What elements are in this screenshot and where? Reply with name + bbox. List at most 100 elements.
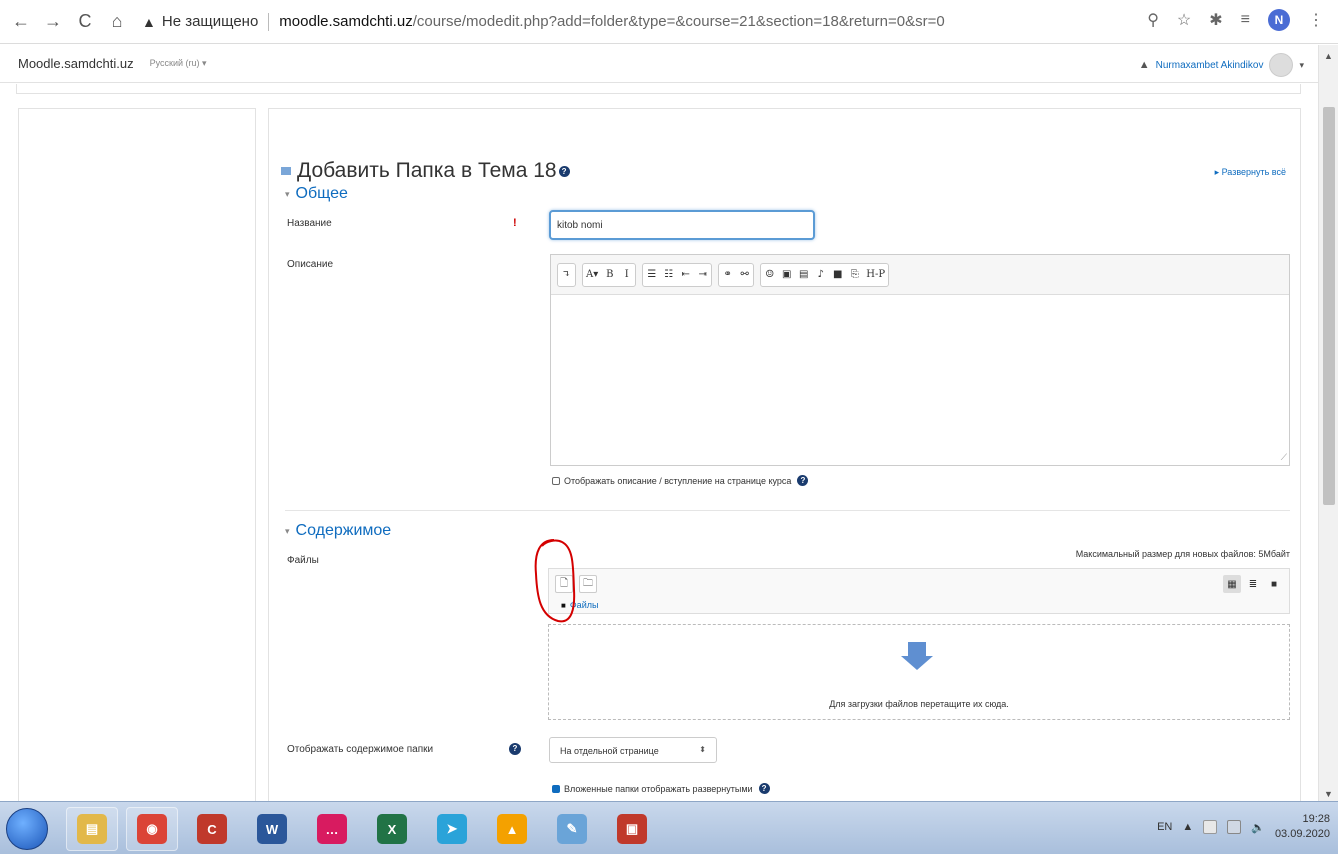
upload-arrow-head [901, 656, 933, 670]
language-menu[interactable]: Русский (ru) ▾ [150, 58, 207, 69]
list-view-icon[interactable]: ≣ [1244, 575, 1262, 593]
show-description-option[interactable]: Отображать описание / вступление на стра… [552, 475, 809, 486]
editor-toolbar-button[interactable]: ⚭ [719, 264, 736, 286]
editor-toolbar-button[interactable]: ☺ [761, 264, 778, 286]
action-center-icon[interactable] [1203, 820, 1218, 834]
folder-module-icon [281, 167, 291, 175]
section-general-title: Общее [295, 185, 348, 202]
editor-toolbar: ↴ A▾ B I ☰ ☷ ⇤ ⇥ ⚭ ⚯ ☺ ▣ ▤ ♪ ■ ⎘ H-P [551, 255, 1289, 295]
user-name[interactable]: Nurmaxambet Akindikov [1156, 60, 1264, 71]
subfolders-label: Вложенные папки отображать развернутыми [564, 783, 753, 794]
taskbar-app-word[interactable]: W [246, 807, 298, 851]
user-menu-caret-icon[interactable]: ▾ [1299, 60, 1304, 71]
editor-text-area[interactable]: ⟋ [551, 295, 1289, 465]
description-editor[interactable]: ↴ A▾ B I ☰ ☷ ⇤ ⇥ ⚭ ⚯ ☺ ▣ ▤ ♪ ■ ⎘ H-P ⟋ [550, 254, 1290, 466]
upload-arrow-icon [908, 642, 926, 656]
expand-all-link[interactable]: ▸ Развернуть всё [1215, 167, 1286, 178]
subfolders-option[interactable]: Вложенные папки отображать развернутыми … [552, 783, 770, 794]
resize-handle-icon[interactable]: ⟋ [1281, 452, 1287, 463]
zoom-icon[interactable]: ⚲ [1147, 10, 1159, 30]
bookmark-star-icon[interactable]: ☆ [1177, 10, 1191, 30]
image-viewer-icon: ▣ [617, 814, 647, 844]
editor-toolbar-button[interactable]: ▣ [778, 264, 795, 286]
volume-icon[interactable]: 🔈 [1251, 821, 1265, 834]
profile-avatar[interactable]: N [1268, 9, 1290, 31]
editor-toolbar-button[interactable]: ☰ [643, 264, 660, 286]
editor-toolbar-button[interactable]: H-P [863, 264, 888, 286]
section-general-header[interactable]: ▾ Общее [285, 185, 348, 203]
notification-bell-icon[interactable]: ▲ [1139, 59, 1150, 71]
site-name-link[interactable]: Moodle.samdchti.uz [18, 56, 134, 71]
section-content-header[interactable]: ▾ Содержимое [285, 522, 391, 540]
show-description-checkbox[interactable] [552, 476, 560, 485]
taskbar-app-telegram[interactable]: ➤ [426, 807, 478, 851]
select-arrows-icon: ⬍ [699, 745, 706, 754]
telegram-icon: ➤ [437, 814, 467, 844]
windows-taskbar: ▤ ◉ C W … X ➤ ▲ ✎ ▣ EN ▲ 🔈 19:28 03.09.2020 [0, 801, 1338, 854]
taskbar-app-ccleaner[interactable]: C [186, 807, 238, 851]
reload-icon[interactable]: C [74, 11, 96, 33]
scroll-thumb[interactable] [1323, 107, 1335, 505]
toolbar-group: ☰ ☷ ⇤ ⇥ [642, 262, 713, 287]
editor-toolbar-button[interactable]: B [601, 264, 618, 286]
header-strip [16, 84, 1301, 94]
start-button[interactable] [6, 808, 48, 850]
home-icon[interactable]: ⌂ [106, 11, 128, 33]
page-title: Добавить Папка в Тема 18 ? [281, 159, 570, 183]
editor-toolbar-button[interactable]: ▤ [795, 264, 812, 286]
taskbar-app-explorer[interactable]: ▤ [66, 807, 118, 851]
grid-view-icon[interactable]: ▦ [1223, 575, 1241, 593]
browser-menu-icon[interactable]: ⋮ [1308, 10, 1324, 30]
help-icon[interactable]: ? [758, 783, 770, 794]
help-icon[interactable]: ? [558, 165, 570, 177]
scroll-up-icon[interactable]: ▲ [1324, 51, 1333, 61]
editor-toolbar-button[interactable]: ↴ [558, 264, 575, 286]
taskbar-app-chrome[interactable]: ◉ [126, 807, 178, 851]
taskbar-app-chat[interactable]: … [306, 807, 358, 851]
address-bar[interactable]: ▲ Не защищено moodle.samdchti.uz /course… [142, 12, 945, 31]
page-title-text: Добавить Папка в Тема 18 [297, 159, 557, 182]
tree-view-icon[interactable]: ■ [1265, 575, 1283, 593]
back-icon[interactable]: ← [10, 11, 32, 33]
name-field[interactable]: kitob nomi [549, 210, 815, 240]
editor-toolbar-button[interactable]: ⇤ [677, 264, 694, 286]
taskbar-app-image-viewer[interactable]: ▣ [606, 807, 658, 851]
scroll-down-icon[interactable]: ▼ [1324, 789, 1333, 799]
clock[interactable]: 19:28 03.09.2020 [1275, 812, 1330, 842]
file-drop-zone[interactable]: Для загрузки файлов перетащите их сюда. [548, 624, 1290, 720]
reading-list-icon[interactable]: ≡ [1241, 11, 1250, 29]
taskbar-app-paint[interactable]: ✎ [546, 807, 598, 851]
editor-toolbar-button[interactable]: ⚯ [736, 264, 753, 286]
user-avatar[interactable] [1269, 53, 1294, 77]
editor-toolbar-button[interactable]: ⎘ [846, 264, 863, 286]
taskbar-app-avast[interactable]: ▲ [486, 807, 538, 851]
subfolders-checkbox[interactable] [552, 784, 560, 793]
page-scrollbar[interactable]: ▲ ▼ [1318, 45, 1338, 801]
left-sidebar-block [18, 108, 256, 808]
forward-icon[interactable]: → [42, 11, 64, 33]
avast-icon: ▲ [497, 814, 527, 844]
display-folder-label: Отображать содержимое папки [287, 744, 434, 755]
max-file-size-text: Максимальный размер для новых файлов: 5М… [1075, 549, 1290, 559]
editor-toolbar-button[interactable]: ♪ [812, 264, 829, 286]
editor-toolbar-button[interactable]: ☷ [660, 264, 677, 286]
tray-expand-icon[interactable]: ▲ [1182, 821, 1193, 833]
show-description-label: Отображать описание / вступление на стра… [564, 475, 792, 486]
extensions-icon[interactable]: ✱ [1209, 10, 1222, 30]
name-label: Название [287, 218, 332, 229]
taskbar-app-excel[interactable]: X [366, 807, 418, 851]
network-icon[interactable] [1227, 820, 1242, 834]
help-icon[interactable]: ? [797, 475, 809, 486]
create-folder-icon[interactable]: 🗀 [579, 575, 597, 593]
display-folder-select[interactable]: На отдельной странице ⬍ [549, 737, 717, 763]
user-menu[interactable]: ▲ Nurmaxambet Akindikov ▾ [1139, 53, 1304, 77]
help-icon[interactable]: ? [509, 743, 521, 755]
main-form-card: Добавить Папка в Тема 18 ? ▸ Развернуть … [268, 108, 1301, 808]
input-language[interactable]: EN [1157, 821, 1172, 833]
editor-toolbar-button[interactable]: ⇥ [694, 264, 711, 286]
editor-toolbar-button[interactable]: ■ [829, 264, 846, 286]
section-divider [285, 510, 1290, 511]
word-icon: W [257, 814, 287, 844]
editor-toolbar-button[interactable]: I [618, 264, 635, 286]
editor-toolbar-button[interactable]: A▾ [583, 264, 601, 286]
